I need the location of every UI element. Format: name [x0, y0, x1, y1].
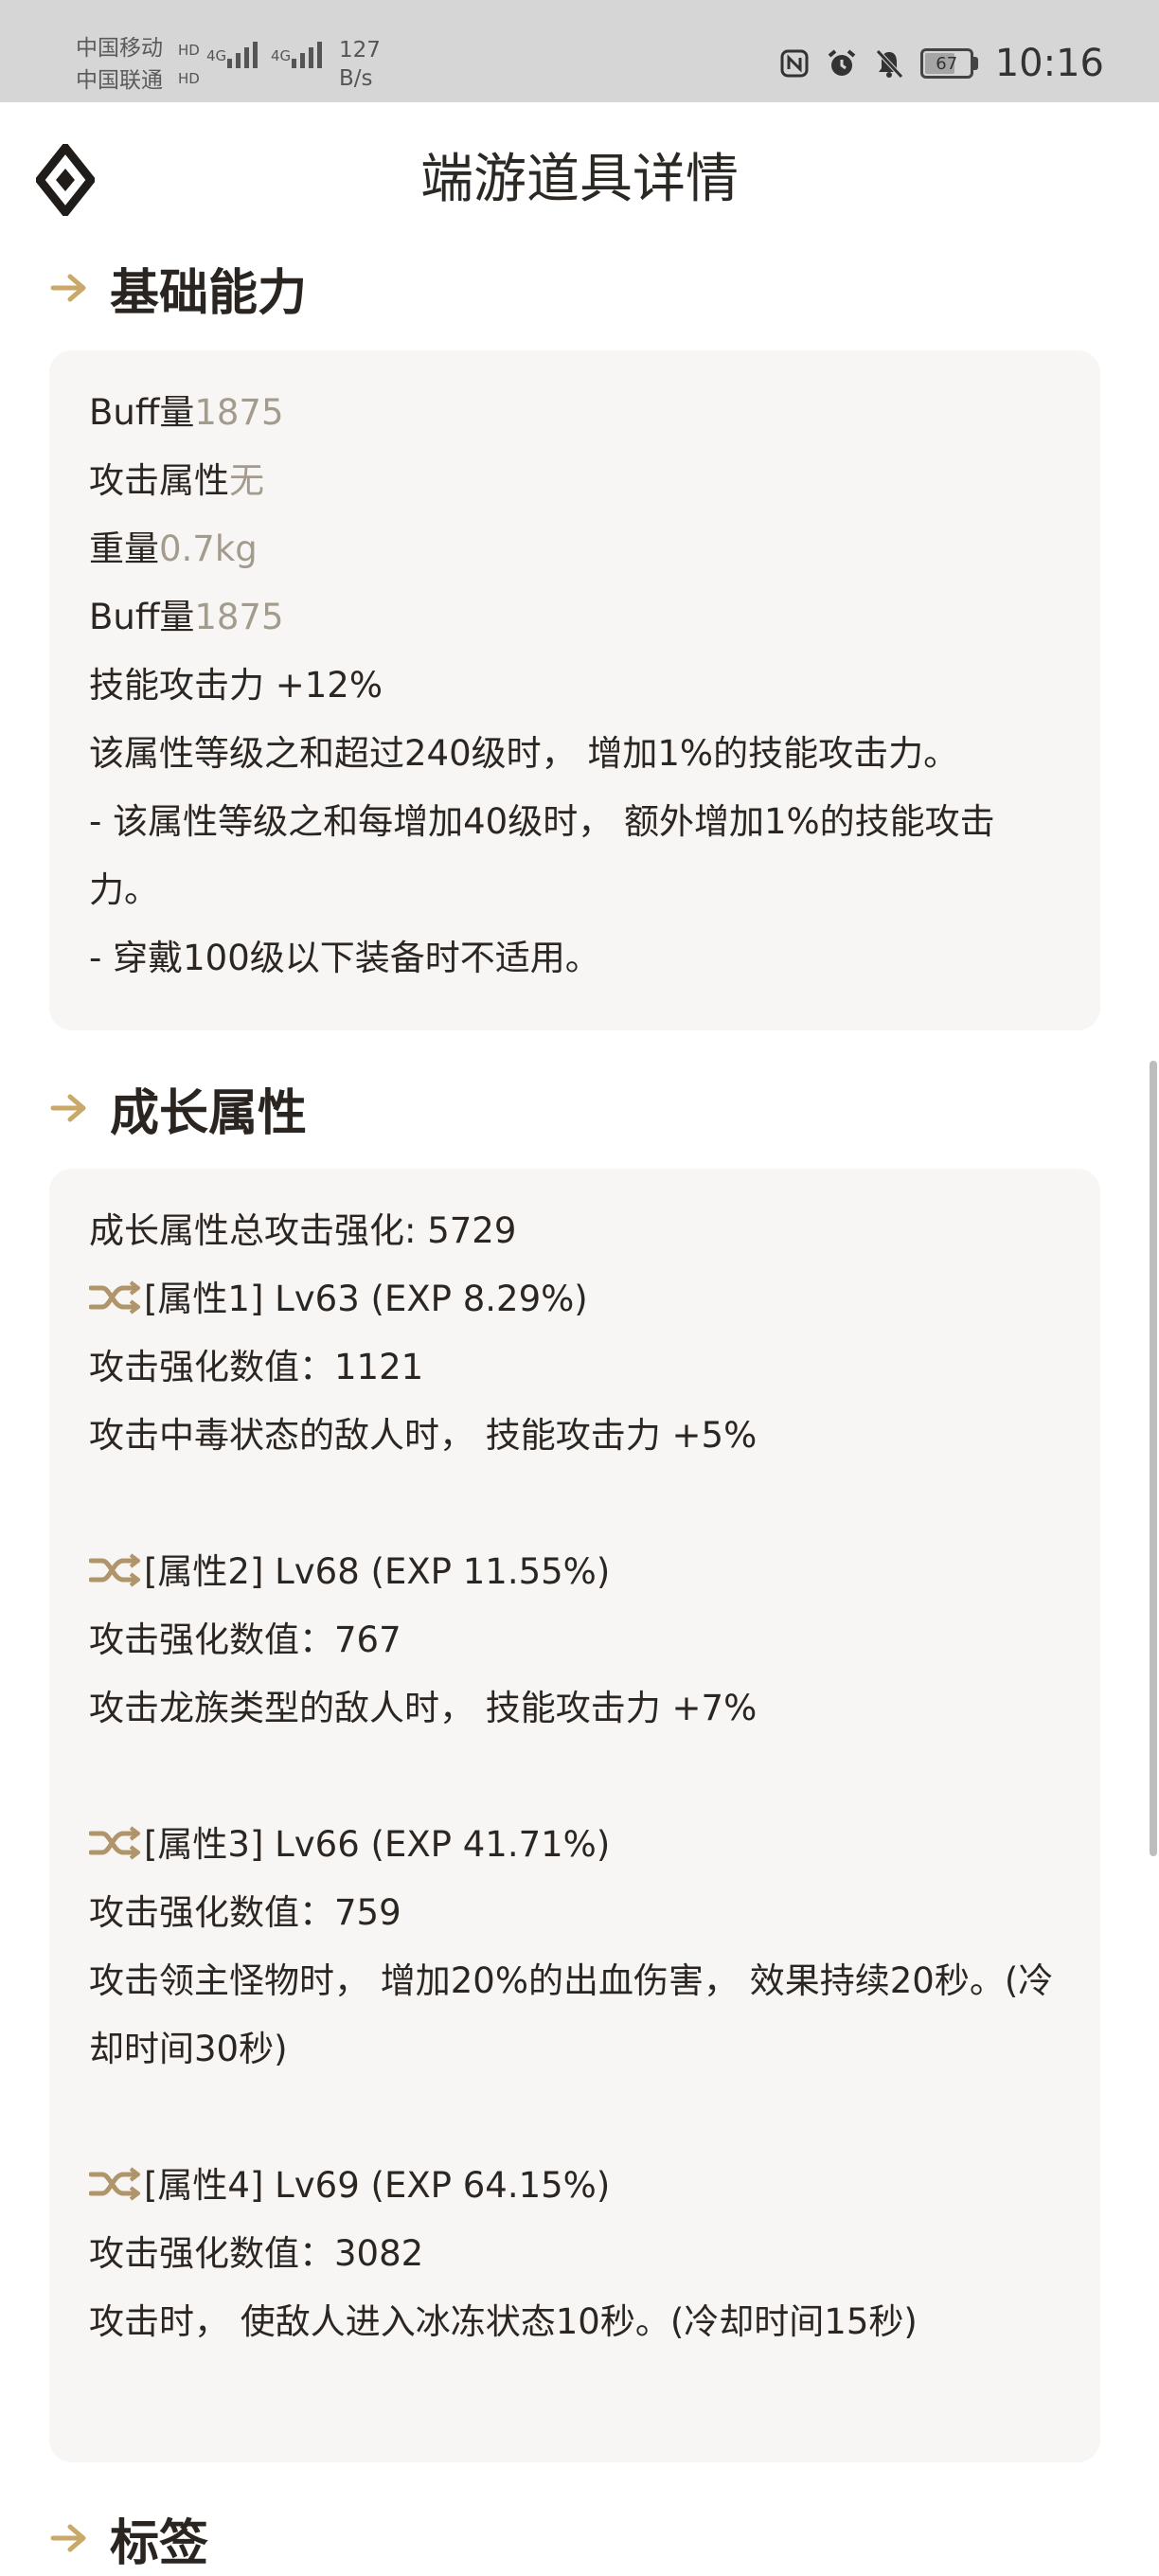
- section-header-tags: 标签: [49, 2500, 208, 2576]
- stat-value: 0.7kg: [159, 528, 258, 569]
- shuffle-icon: [89, 1280, 140, 1315]
- effect-description: 该属性等级之和超过240级时， 增加1%的技能攻击力。: [89, 733, 959, 774]
- hd-badge-2: HD: [178, 70, 200, 87]
- system-icons: 67 10:16: [778, 42, 1104, 85]
- section-title-tags: 标签: [110, 2514, 209, 2572]
- basic-stat-row: Buff量1875: [89, 379, 1062, 447]
- basic-ability-card: Buff量1875 攻击属性无 重量0.7kg Buff量1875 技能攻击力 …: [49, 350, 1100, 1030]
- stat-value: 无: [229, 460, 264, 501]
- attribute-effect: 攻击中毒状态的敌人时， 技能攻击力 +5%: [89, 1415, 758, 1456]
- app-bar: 端游道具详情: [0, 102, 1159, 254]
- network-speed: 127 B/s: [339, 36, 381, 93]
- attribute-title: [属性2] Lv68 (EXP 11.55%): [144, 1551, 611, 1592]
- effect-description: - 穿戴100级以下装备时不适用。: [89, 938, 600, 978]
- skill-attack-line: 技能攻击力 +12%: [89, 665, 383, 706]
- signal-icon-1: [227, 42, 258, 68]
- section-header-growth: 成长属性: [49, 1070, 307, 1146]
- attribute-value: 攻击强化数值：767: [89, 1619, 401, 1660]
- stat-value: 1875: [194, 392, 284, 433]
- growth-attribute-card: 成长属性总攻击强化: 5729 [属性1] Lv63 (EXP 8.29%) 攻…: [49, 1169, 1100, 2462]
- attribute-value: 攻击强化数值：1121: [89, 1347, 424, 1387]
- carrier-2: 中国联通: [76, 68, 163, 93]
- attribute-header: [属性4] Lv69 (EXP 64.15%): [89, 2152, 1062, 2220]
- section-header-basic: 基础能力: [49, 250, 307, 326]
- attribute-value: 攻击强化数值：759: [89, 1892, 401, 1933]
- carrier-info: 中国移动 中国联通: [76, 32, 163, 97]
- stat-label: 攻击属性: [89, 460, 229, 501]
- page-title: 端游道具详情: [420, 149, 739, 210]
- signal-icon-2: [292, 42, 322, 68]
- attribute-title: [属性3] Lv66 (EXP 41.71%): [144, 1824, 611, 1865]
- basic-stat-row: Buff量1875: [89, 583, 1062, 652]
- arrow-right-icon: [50, 274, 86, 302]
- mute-icon: [873, 47, 905, 80]
- battery-icon: 67: [919, 48, 978, 79]
- speed-value: 127: [339, 38, 381, 63]
- alarm-icon: [826, 47, 858, 80]
- attribute-effect: 攻击龙族类型的敌人时， 技能攻击力 +7%: [89, 1688, 758, 1728]
- nfc-icon: [778, 47, 811, 80]
- section-title-basic: 基础能力: [110, 264, 308, 322]
- section-title-growth: 成长属性: [110, 1084, 308, 1142]
- attribute-effect: 攻击领主怪物时， 增加20%的出血伤害， 效果持续20秒。(冷却时间30秒): [89, 1960, 1054, 2069]
- stat-label: Buff量: [89, 597, 195, 637]
- attribute-title: [属性4] Lv69 (EXP 64.15%): [144, 2165, 611, 2206]
- arrow-right-icon: [50, 1094, 86, 1122]
- stat-label: Buff量: [89, 392, 195, 433]
- speed-unit: B/s: [339, 66, 373, 91]
- network-type-2: 4G: [271, 47, 292, 64]
- attribute-header: [属性2] Lv68 (EXP 11.55%): [89, 1538, 1062, 1606]
- attribute-title: [属性1] Lv63 (EXP 8.29%): [144, 1279, 588, 1319]
- attribute-header: [属性1] Lv63 (EXP 8.29%): [89, 1265, 1062, 1333]
- effect-description: - 该属性等级之和每增加40级时， 额外增加1%的技能攻击力。: [89, 801, 995, 910]
- attribute-value: 攻击强化数值：3082: [89, 2233, 424, 2274]
- network-type-1: 4G: [206, 47, 227, 64]
- shuffle-icon: [89, 1826, 140, 1860]
- shuffle-icon: [89, 1553, 140, 1587]
- hd-badge-1: HD: [178, 42, 200, 59]
- attribute-effect: 攻击时， 使敌人进入冰冻状态10秒。(冷却时间15秒): [89, 2301, 918, 2342]
- basic-stat-row: 重量0.7kg: [89, 515, 1062, 583]
- stat-label: 重量: [89, 528, 159, 569]
- shuffle-icon: [89, 2167, 140, 2201]
- battery-level: 67: [936, 53, 958, 74]
- clock: 10:16: [994, 42, 1104, 85]
- arrow-right-icon: [50, 2524, 86, 2552]
- basic-stat-row: 攻击属性无: [89, 447, 1062, 515]
- scrollbar[interactable]: [1150, 1061, 1157, 1856]
- growth-total: 成长属性总攻击强化: 5729: [89, 1210, 517, 1251]
- stat-value: 1875: [194, 597, 284, 637]
- carrier-1: 中国移动: [76, 36, 163, 61]
- attribute-header: [属性3] Lv66 (EXP 41.71%): [89, 1811, 1062, 1879]
- status-bar: 中国移动 中国联通 HD HD 4G 4G 127 B/s 67 10:16: [0, 0, 1159, 102]
